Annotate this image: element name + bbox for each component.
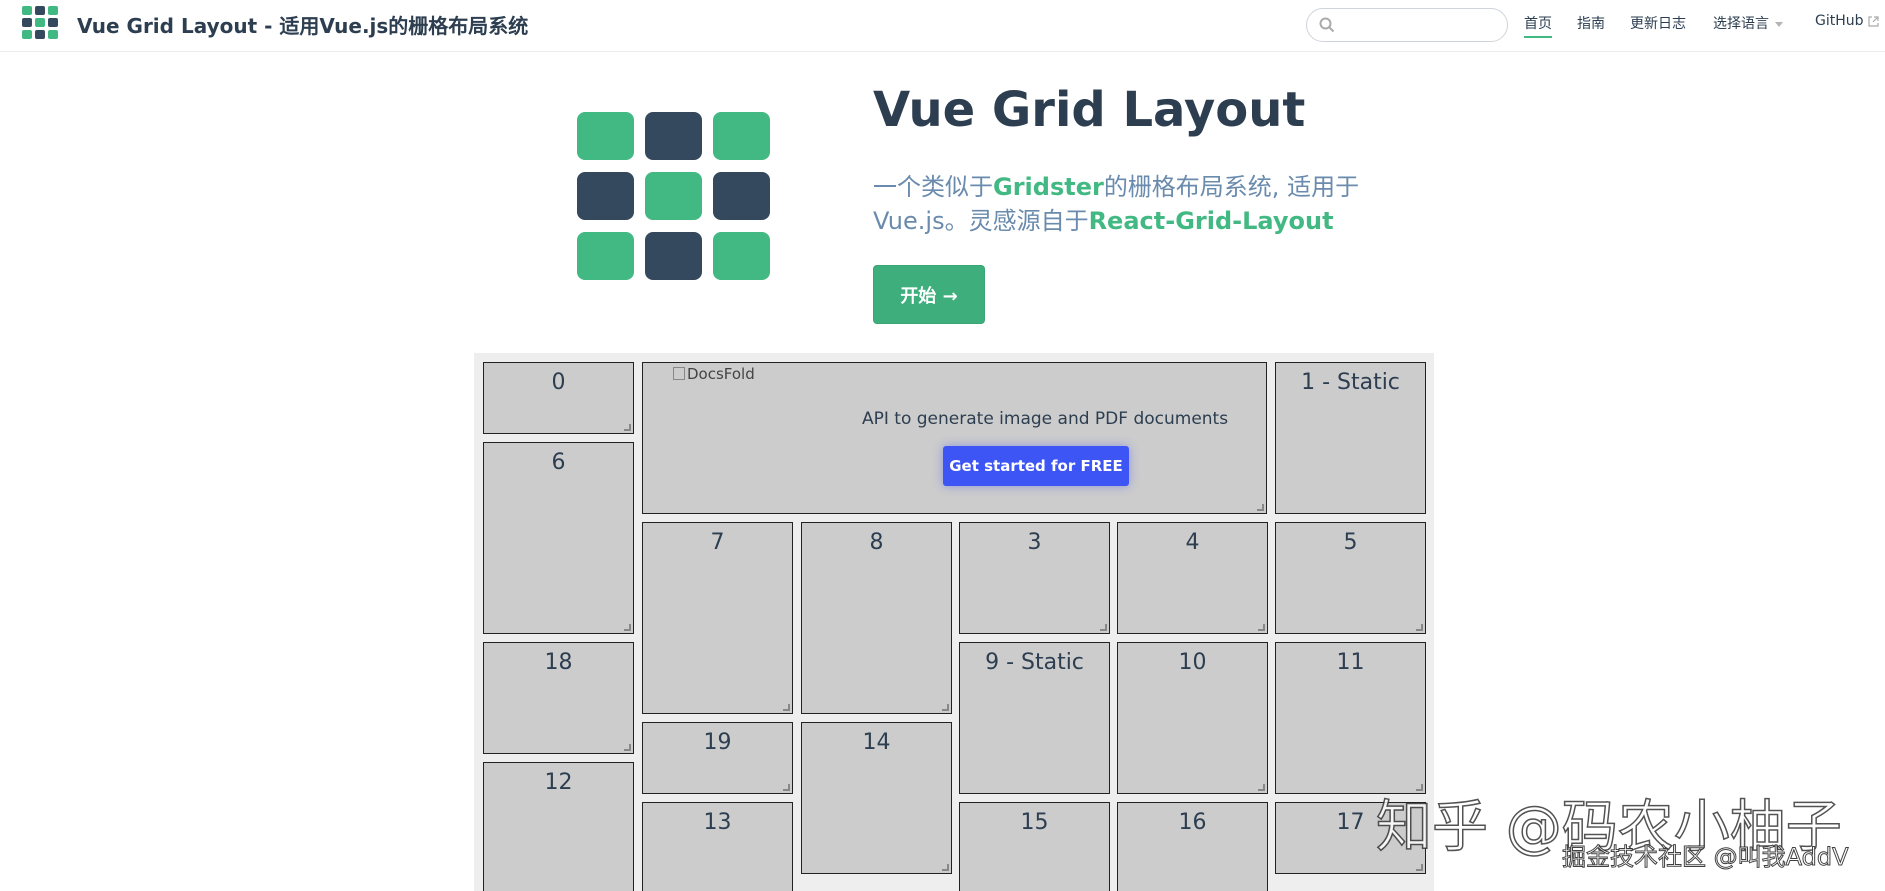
grid-item-8[interactable]: 8 <box>801 522 952 714</box>
hero-desc-text: 一个类似于 <box>873 173 993 201</box>
resize-handle-icon[interactable] <box>783 704 790 711</box>
grid-item-label: 11 <box>1336 650 1365 675</box>
hero-logo <box>577 112 771 282</box>
grid-item-label: 18 <box>544 650 573 675</box>
grid-item-label: 15 <box>1020 810 1049 835</box>
grid-item-16[interactable]: 16 <box>1117 802 1268 891</box>
resize-handle-icon[interactable] <box>1258 784 1265 791</box>
grid-item-3[interactable]: 3 <box>959 522 1110 634</box>
resize-handle-icon[interactable] <box>1416 624 1423 631</box>
grid-item-label: 10 <box>1178 650 1207 675</box>
grid-item-label: 14 <box>862 730 891 755</box>
nav-language-label: 选择语言 <box>1713 16 1769 32</box>
get-started-button[interactable]: Get started for FREE <box>943 446 1129 486</box>
grid-item-14[interactable]: 14 <box>801 722 952 874</box>
grid-item-label: 13 <box>703 810 732 835</box>
grid-item-label: 5 <box>1343 530 1358 555</box>
grid-item-15[interactable]: 15 <box>959 802 1110 891</box>
resize-handle-icon[interactable] <box>1257 504 1264 511</box>
site-title[interactable]: Vue Grid Layout - 适用Vue.js的栅格布局系统 <box>77 10 528 39</box>
site-logo-icon[interactable] <box>22 6 60 40</box>
grid-item-4[interactable]: 4 <box>1117 522 1268 634</box>
grid-item-11[interactable]: 11 <box>1275 642 1426 794</box>
resize-handle-icon[interactable] <box>783 784 790 791</box>
grid-item-6[interactable]: 6 <box>483 442 634 634</box>
grid-item-label: 0 <box>551 370 566 395</box>
resize-handle-icon[interactable] <box>1100 624 1107 631</box>
chevron-down-icon <box>1775 21 1783 27</box>
nav-changelog-label: 更新日志 <box>1630 16 1686 32</box>
hero-logo-cell <box>577 112 634 160</box>
grid-item-10[interactable]: 10 <box>1117 642 1268 794</box>
start-button[interactable]: 开始 → <box>873 265 985 324</box>
grid-item-label: 9 - Static <box>985 650 1084 675</box>
grid-item-label: 12 <box>544 770 573 795</box>
hero-logo-cell <box>577 172 634 220</box>
grid-item-label: 4 <box>1185 530 1200 555</box>
nav-github-label: GitHub <box>1815 13 1864 29</box>
hero-logo-cell <box>713 112 770 160</box>
hero-logo-cell <box>713 172 770 220</box>
hero-logo-cell <box>713 232 770 280</box>
resize-handle-icon[interactable] <box>1258 624 1265 631</box>
grid-item-label: 8 <box>869 530 884 555</box>
ad-box[interactable]: DocsFold API to generate image and PDF d… <box>642 362 1267 514</box>
grid-item-0[interactable]: 0 <box>483 362 634 434</box>
resize-handle-icon[interactable] <box>624 424 631 431</box>
resize-handle-icon[interactable] <box>624 624 631 631</box>
nav-item-changelog[interactable]: 更新日志 <box>1630 13 1686 33</box>
grid-item-label: 3 <box>1027 530 1042 555</box>
grid-item-18[interactable]: 18 <box>483 642 634 754</box>
gridster-link[interactable]: Gridster <box>993 173 1104 201</box>
nav-item-home[interactable]: 首页 <box>1524 13 1552 38</box>
search-input[interactable] <box>1341 13 1501 37</box>
nav-item-github[interactable]: GitHub <box>1815 13 1879 29</box>
resize-handle-icon[interactable] <box>624 744 631 751</box>
docsfold-image[interactable]: DocsFold <box>673 365 755 383</box>
hero-logo-cell <box>577 232 634 280</box>
grid-item-7[interactable]: 7 <box>642 522 793 714</box>
hero-logo-cell <box>645 112 702 160</box>
top-navbar: Vue Grid Layout - 适用Vue.js的栅格布局系统 首页 指南 … <box>0 0 1885 52</box>
grid-layout-demo: 0 DocsFold API to generate image and PDF… <box>474 353 1434 891</box>
grid-item-label: 6 <box>551 450 566 475</box>
watermark-juejin: 掘金技术社区 @叫我AddV <box>1562 843 1850 872</box>
grid-item-1-static[interactable]: 1 - Static <box>1275 362 1426 514</box>
hero-description: 一个类似于Gridster的栅格布局系统, 适用于Vue.js。灵感源自于Rea… <box>873 170 1403 238</box>
external-link-icon <box>1867 15 1879 27</box>
hero-logo-cell <box>645 172 702 220</box>
search-icon <box>1319 17 1335 33</box>
react-grid-layout-link[interactable]: React-Grid-Layout <box>1089 207 1334 235</box>
hero-logo-cell <box>645 232 702 280</box>
grid-item-label: 16 <box>1178 810 1207 835</box>
nav-item-language[interactable]: 选择语言 <box>1713 13 1783 33</box>
grid-item-label: 1 - Static <box>1301 370 1400 395</box>
ad-text: API to generate image and PDF documents <box>862 409 1229 429</box>
resize-handle-icon[interactable] <box>942 864 949 871</box>
grid-item-5[interactable]: 5 <box>1275 522 1426 634</box>
hero-title: Vue Grid Layout <box>873 82 1306 138</box>
grid-item-12[interactable]: 12 <box>483 762 634 891</box>
resize-handle-icon[interactable] <box>1416 864 1423 871</box>
grid-item-label: 7 <box>710 530 725 555</box>
grid-item-label: 19 <box>703 730 732 755</box>
resize-handle-icon[interactable] <box>942 704 949 711</box>
nav-item-guide[interactable]: 指南 <box>1577 13 1605 33</box>
grid-item-13[interactable]: 13 <box>642 802 793 891</box>
search-box[interactable] <box>1306 8 1508 42</box>
grid-item-19[interactable]: 19 <box>642 722 793 794</box>
grid-item-9-static[interactable]: 9 - Static <box>959 642 1110 794</box>
